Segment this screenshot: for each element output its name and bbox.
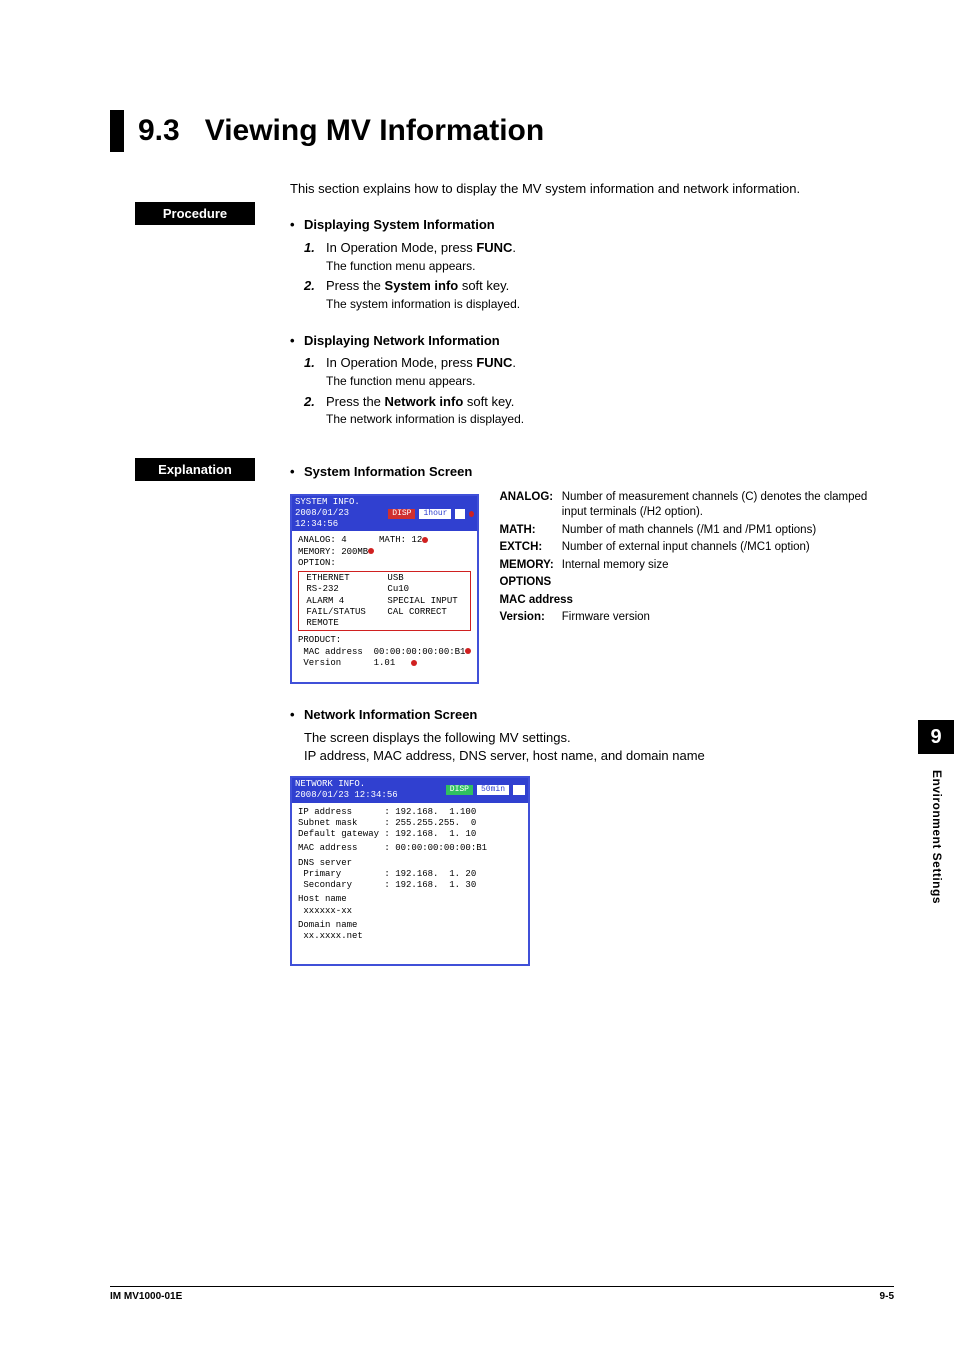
status-icon — [455, 509, 465, 519]
section-title-text: Viewing MV Information — [205, 114, 544, 147]
procedure-label: Procedure — [135, 202, 255, 225]
sys-step-2-sub: The system information is displayed. — [326, 296, 894, 313]
section-title: 9.3 Viewing MV Information — [138, 110, 544, 152]
footer-left: IM MV1000-01E — [110, 1291, 182, 1302]
net-screen-heading: •Network Information Screen — [290, 706, 894, 725]
net-step-2-sub: The network information is displayed. — [326, 411, 894, 428]
time-badge: 50min — [477, 785, 509, 795]
section-number: 9.3 — [138, 114, 180, 147]
page-footer: IM MV1000-01E 9-5 — [110, 1286, 894, 1302]
option-box: ETHERNET USB RS-232 Cu10 ALARM 4 SPECIAL… — [298, 571, 471, 631]
explanation-label: Explanation — [135, 458, 255, 481]
net-info-heading: •Displaying Network Information — [290, 332, 894, 351]
sys-step-2: 2.Press the System info soft key. — [304, 277, 894, 296]
section-title-row: 9.3 Viewing MV Information — [110, 110, 894, 152]
net-screen-desc1: The screen displays the following MV set… — [304, 729, 894, 748]
chapter-tab: 9 — [918, 720, 954, 754]
annotation-table: ANALOG:Number of measurement channels (C… — [497, 488, 894, 628]
chapter-side-label: Environment Settings — [930, 770, 944, 904]
net-screen-desc2: IP address, MAC address, DNS server, hos… — [304, 747, 894, 766]
time-badge: 1hour — [419, 509, 451, 519]
network-info-screenshot: NETWORK INFO. 2008/01/23 12:34:56 DISP 5… — [290, 776, 530, 966]
footer-right: 9-5 — [880, 1291, 894, 1302]
status-icon — [513, 785, 525, 795]
disp-badge-icon: DISP — [388, 509, 415, 519]
disp-badge-icon: DISP — [446, 785, 473, 795]
system-info-screenshot: SYSTEM INFO. 2008/01/23 12:34:56 DISP 1h… — [290, 494, 479, 684]
title-bar — [110, 110, 124, 152]
intro-text: This section explains how to display the… — [290, 180, 894, 198]
record-icon — [469, 511, 474, 517]
sys-step-1-sub: The function menu appears. — [326, 258, 894, 275]
sys-info-heading: •Displaying System Information — [290, 216, 894, 235]
sys-step-1: 1.In Operation Mode, press FUNC. — [304, 239, 894, 258]
net-step-1: 1.In Operation Mode, press FUNC. — [304, 354, 894, 373]
net-step-2: 2.Press the Network info soft key. — [304, 393, 894, 412]
sys-screen-heading: •System Information Screen — [290, 463, 894, 482]
net-step-1-sub: The function menu appears. — [326, 373, 894, 390]
